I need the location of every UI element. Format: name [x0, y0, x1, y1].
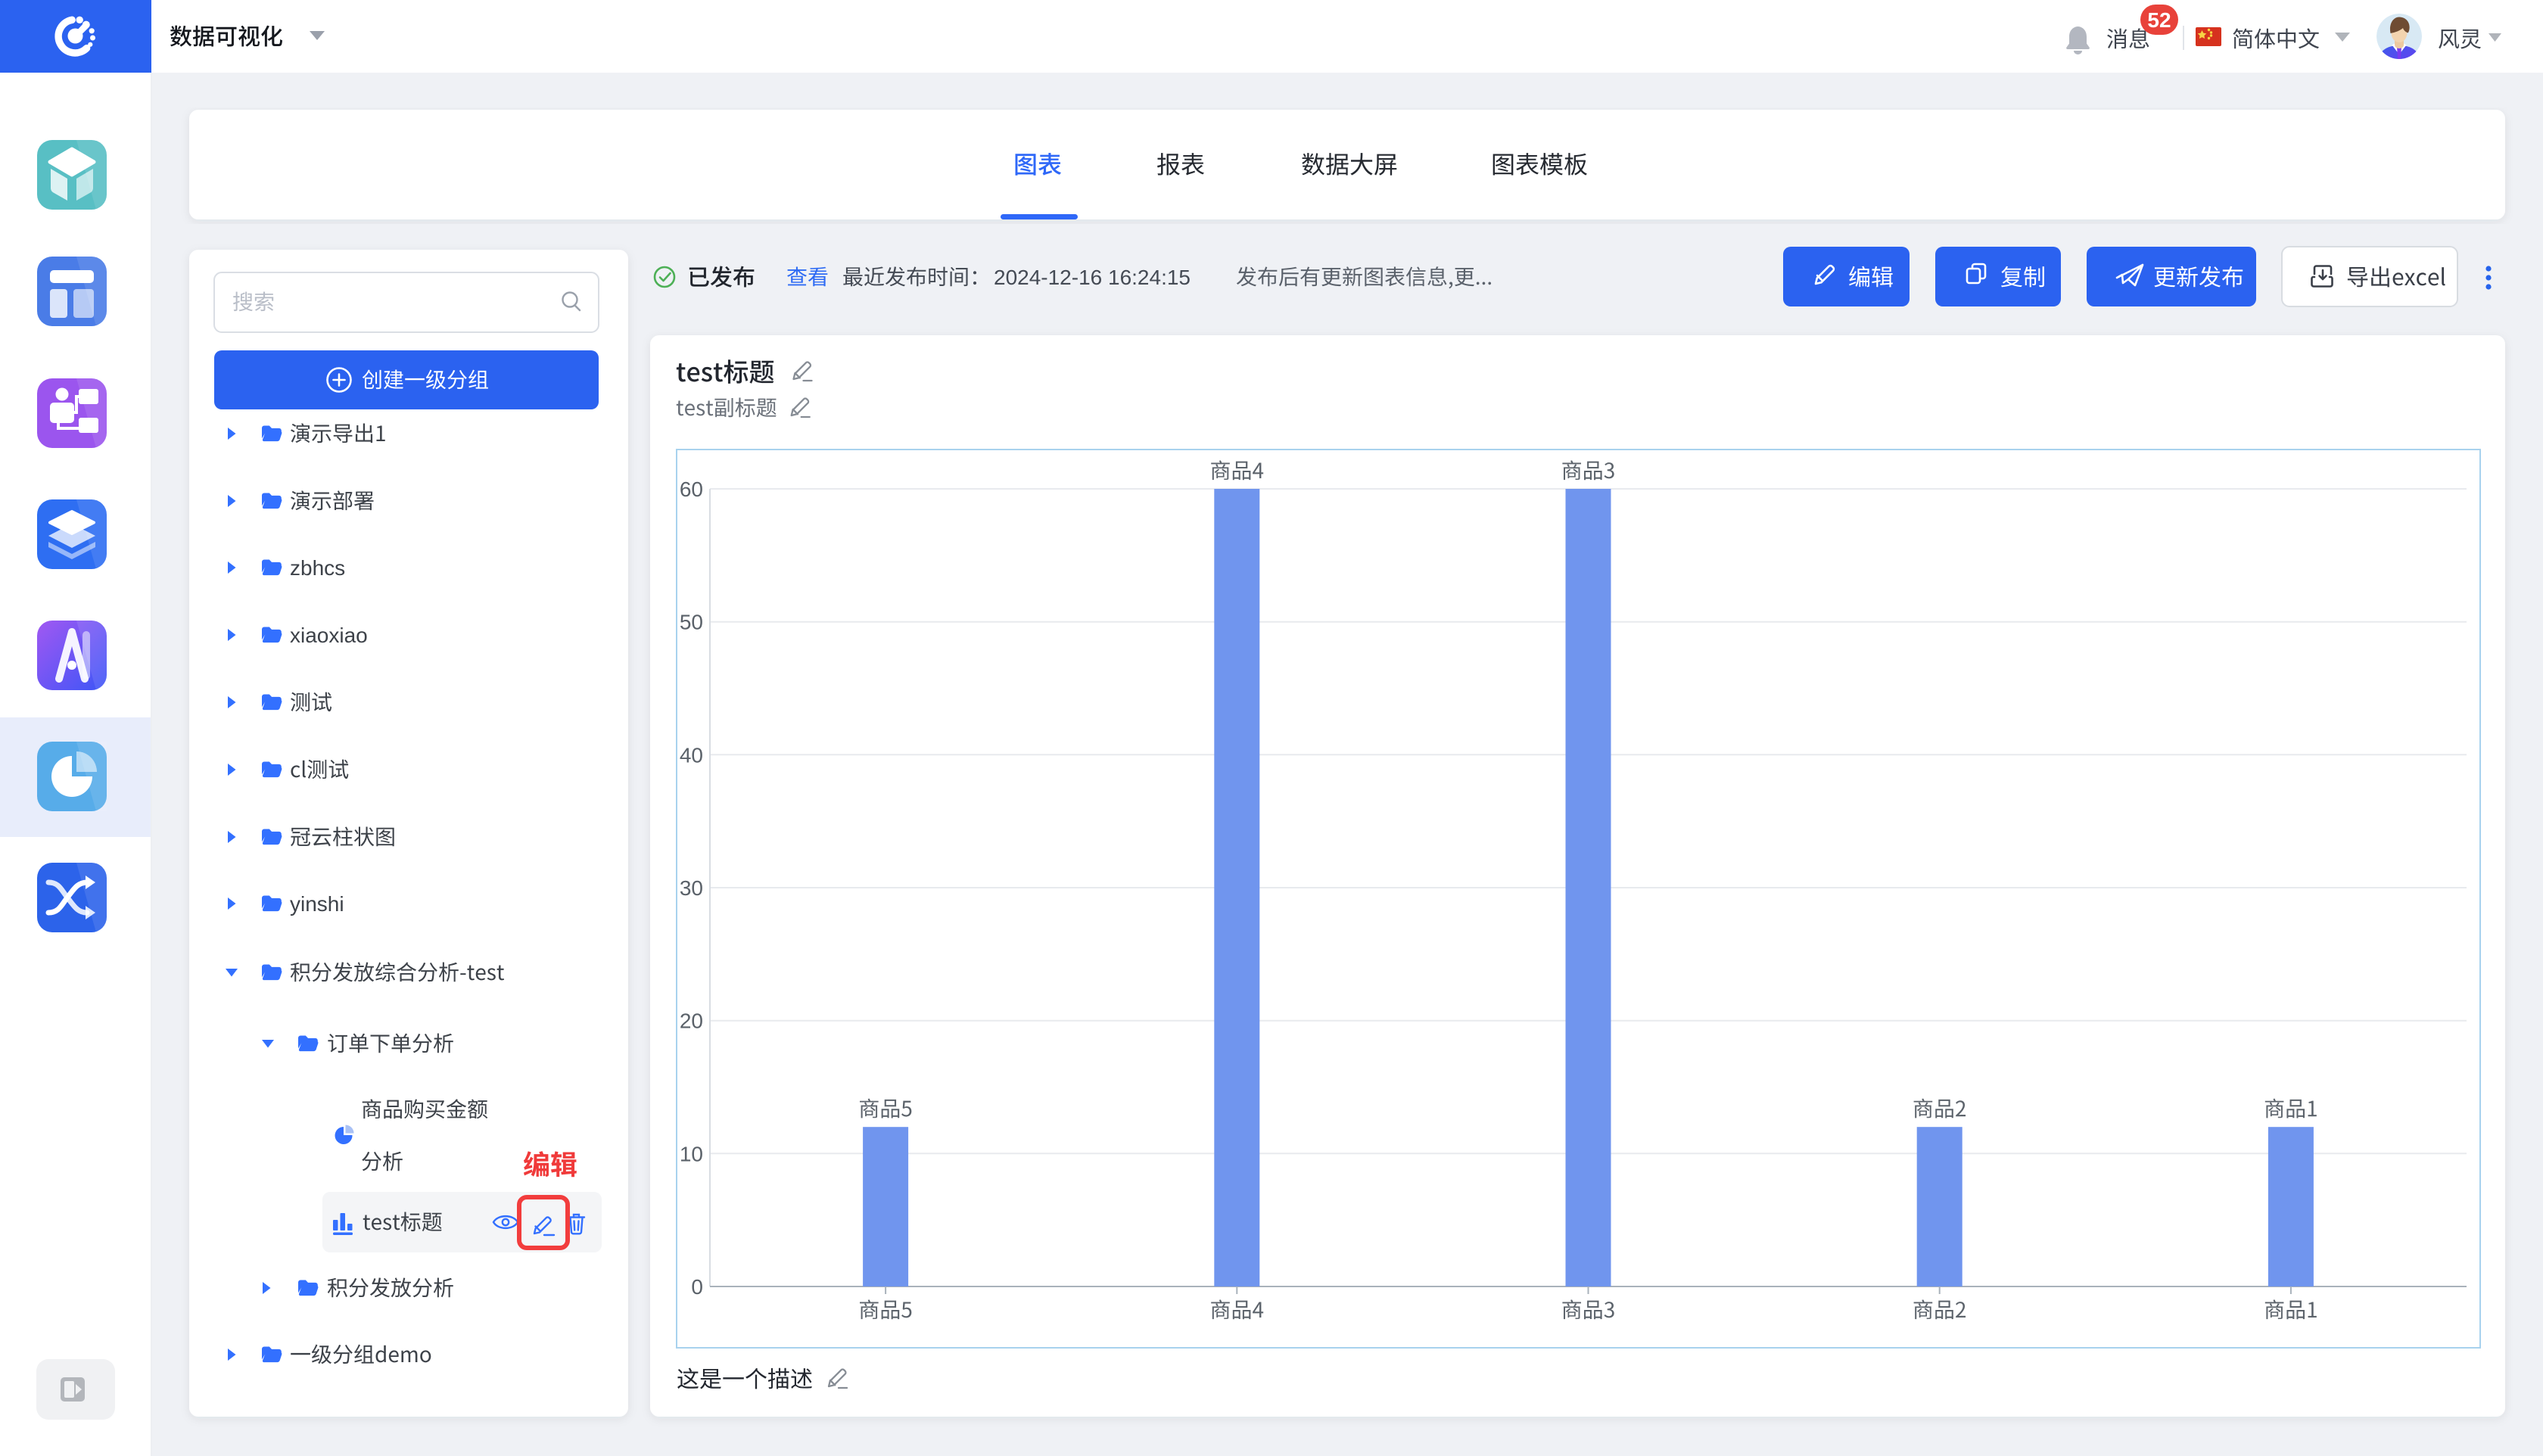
- svg-text:20: 20: [680, 1010, 703, 1033]
- svg-text:30: 30: [680, 876, 703, 900]
- svg-text:60: 60: [680, 478, 703, 501]
- svg-text:0: 0: [691, 1275, 703, 1299]
- svg-text:40: 40: [680, 743, 703, 767]
- svg-text:zbhcs: zbhcs: [290, 556, 345, 580]
- svg-text:2024-12-16 16:24:15: 2024-12-16 16:24:15: [994, 266, 1191, 289]
- svg-text:52: 52: [2147, 8, 2171, 32]
- svg-text:yinshi: yinshi: [290, 892, 344, 916]
- svg-text:xiaoxiao: xiaoxiao: [290, 624, 368, 647]
- svg-text:50: 50: [680, 611, 703, 634]
- svg-text:10: 10: [680, 1142, 703, 1165]
